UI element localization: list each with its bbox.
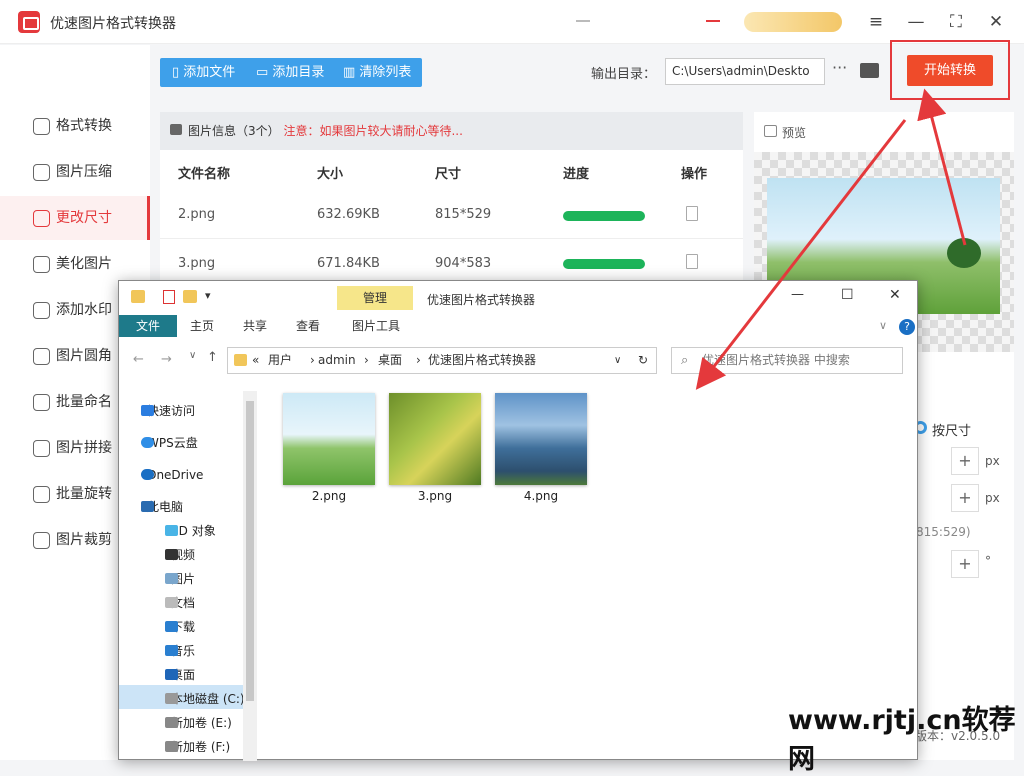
arrow-to-output-folder [695, 119, 907, 390]
arrow-to-start-button [917, 88, 967, 246]
annotation-arrows [695, 88, 967, 390]
site-watermark: www.rjtj.cn软荐网 [788, 705, 1016, 775]
